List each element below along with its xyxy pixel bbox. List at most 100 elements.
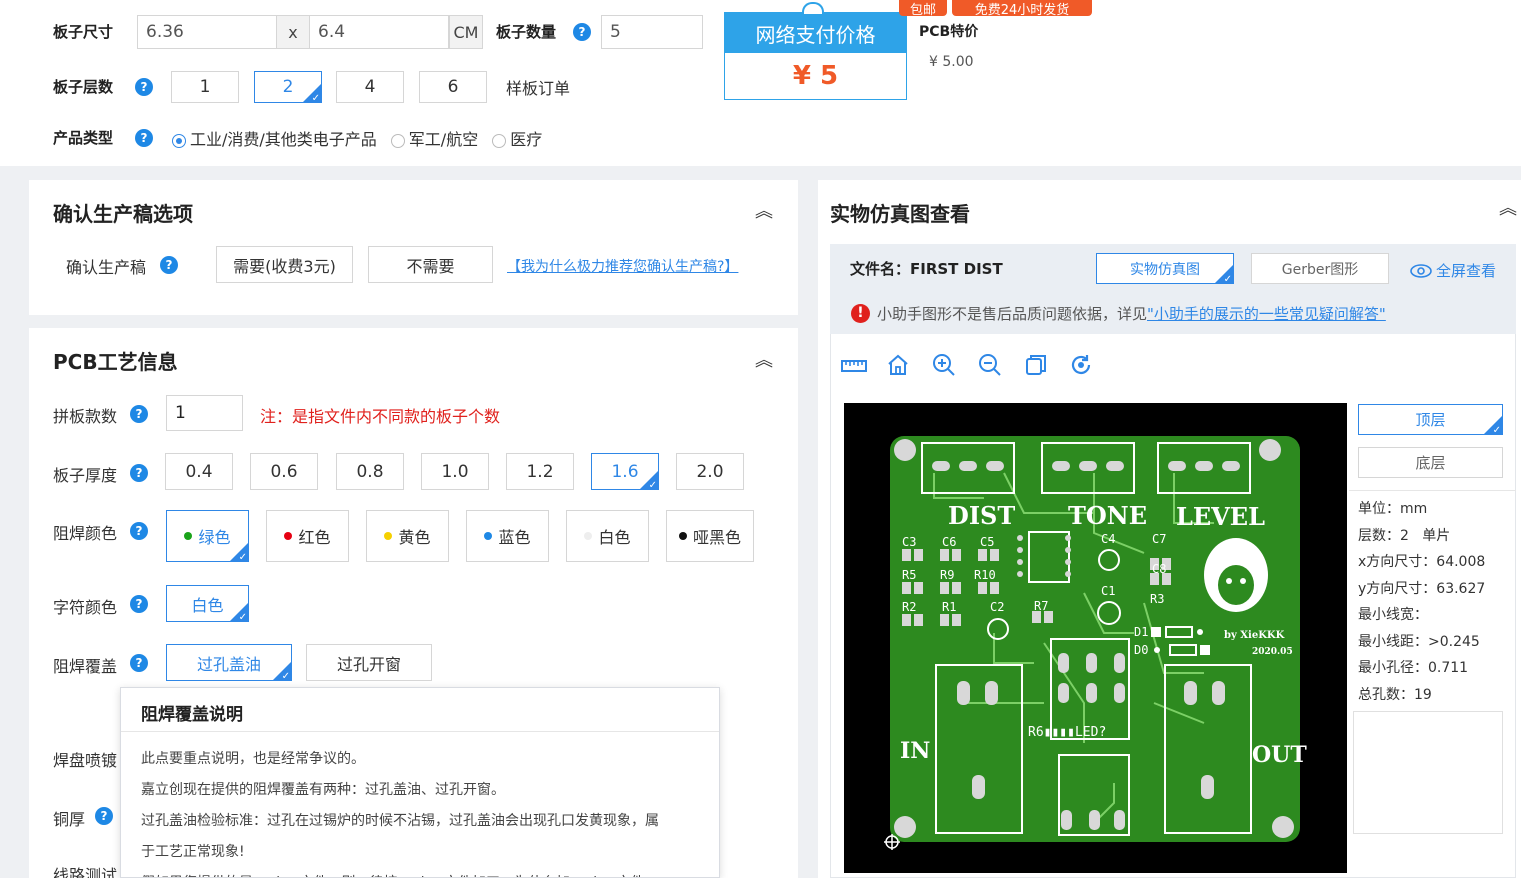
stat-unit: 单位：mm: [1358, 501, 1428, 517]
mask-cover-label: 阻焊覆盖: [53, 657, 118, 676]
product-option-medical[interactable]: 医疗: [492, 126, 542, 150]
collapse-chevron-icon[interactable]: ︽: [755, 346, 773, 372]
collapse-chevron-icon[interactable]: ︽: [755, 197, 773, 223]
mask-color-matte-black[interactable]: 哑黑色: [666, 510, 754, 562]
svg-text:R7: R7: [1034, 599, 1048, 613]
pad-spray-label: 焊盘喷镀: [53, 751, 118, 770]
product-option-military[interactable]: 军工/航空: [390, 126, 478, 150]
svg-text:C7: C7: [1152, 532, 1166, 546]
board-size-y-input[interactable]: 6.4: [309, 15, 449, 49]
tooltip-line: 此点要重点说明，也是经常争议的。: [141, 751, 365, 767]
board-qty-input[interactable]: 5: [601, 15, 703, 49]
mask-color-green[interactable]: 绿色: [166, 510, 249, 563]
panel-count-label: 拼板款数: [53, 407, 118, 426]
bottom-layer-button[interactable]: 底层: [1358, 447, 1503, 478]
confirm-row-label: 确认生产稿: [66, 258, 147, 277]
mask-color-blue[interactable]: 蓝色: [466, 510, 549, 562]
tag-hook-icon: [802, 2, 824, 14]
help-icon[interactable]: ?: [130, 464, 148, 482]
thickness-option[interactable]: 1.2: [506, 453, 574, 490]
home-icon[interactable]: [886, 353, 910, 377]
mask-color-red[interactable]: 红色: [266, 510, 349, 562]
price-box: 网络支付价格 ¥ 5: [724, 12, 907, 100]
gerber-view-button[interactable]: Gerber图形: [1251, 253, 1389, 284]
yellow-dot-icon: [384, 532, 393, 540]
help-icon[interactable]: ?: [135, 129, 153, 147]
sim-view-button[interactable]: 实物仿真图: [1096, 253, 1234, 285]
help-icon[interactable]: ?: [95, 807, 113, 825]
ruler-icon[interactable]: [841, 353, 867, 375]
collapse-chevron-icon[interactable]: ︽: [1499, 194, 1517, 220]
thickness-option-selected[interactable]: 1.6: [591, 453, 659, 491]
layer-option-6[interactable]: 6: [419, 71, 487, 103]
pcb-render-image[interactable]: DIST TONE LEVEL C3 C6 C5 R5 R9 R10 R2 R1 C2 R7…: [844, 403, 1347, 873]
green-dot-icon: [184, 532, 193, 540]
zoom-in-icon[interactable]: [932, 353, 956, 377]
thickness-option[interactable]: 2.0: [676, 453, 744, 490]
board-qty-label: 板子数量: [496, 23, 557, 41]
mask-cover-open[interactable]: 过孔开窗: [306, 644, 432, 681]
help-icon[interactable]: ?: [130, 522, 148, 540]
warning-text: 小助手图形不是售后品质问题依据，详见"小助手的展示的一些常见疑问解答": [877, 305, 1386, 323]
svg-text:R3: R3: [1150, 592, 1164, 606]
svg-text:R5: R5: [902, 568, 916, 582]
size-separator: x: [277, 15, 309, 49]
svg-text:R1: R1: [942, 600, 956, 614]
silk-color-label: 字符颜色: [53, 598, 118, 617]
pcb-label-dist: DIST: [948, 501, 1015, 530]
silk-color-white[interactable]: 白色: [166, 585, 249, 623]
panel-count-input[interactable]: 1: [166, 395, 243, 431]
stat-x-size: x方向尺寸：64.008: [1358, 554, 1486, 570]
pcb-label-date: 2020.05: [1252, 647, 1293, 657]
layer-option-2[interactable]: 2: [254, 71, 322, 104]
help-icon[interactable]: ?: [130, 405, 148, 423]
board-size-x-input[interactable]: 6.36: [137, 15, 277, 49]
zoom-out-icon[interactable]: [978, 353, 1002, 377]
size-unit: CM: [449, 15, 483, 49]
layer-option-1[interactable]: 1: [171, 71, 239, 103]
panel-count-note: 注：是指文件内不同款的板子个数: [260, 407, 501, 426]
radio-selected-icon: [172, 133, 186, 148]
svg-text:D1: D1: [1134, 625, 1148, 639]
thickness-option[interactable]: 0.8: [336, 453, 404, 490]
pcb-label-level: LEVEL: [1176, 502, 1265, 531]
product-option-industrial[interactable]: 工业/消费/其他类电子产品: [172, 126, 377, 150]
warning-faq-link[interactable]: "小助手的展示的一些常见疑问解答": [1147, 305, 1386, 323]
help-icon[interactable]: ?: [160, 256, 178, 274]
price-value: ¥ 5: [792, 61, 839, 91]
divider: [1349, 490, 1516, 491]
why-confirm-link[interactable]: 【我为什么极力推荐您确认生产稿?】: [507, 256, 738, 276]
copy-icon[interactable]: [1024, 353, 1048, 377]
pcb-label-tone: TONE: [1068, 501, 1147, 530]
stat-y-size: y方向尺寸：63.627: [1358, 580, 1486, 597]
thickness-option[interactable]: 1.0: [421, 453, 489, 490]
svg-text:C4: C4: [1101, 532, 1115, 546]
thickness-label: 板子厚度: [53, 466, 118, 485]
refresh-icon[interactable]: [1069, 353, 1093, 377]
stat-hole-count: 总孔数：19: [1358, 686, 1432, 703]
tooltip-line: 过孔盖油检验标准：过孔在过锡炉的时候不沾锡，过孔盖油会出现孔口发黄现象，属: [141, 813, 659, 829]
mask-color-white[interactable]: 白色: [566, 510, 649, 562]
mask-cover-tooltip: 阻焊覆盖说明 此点要重点说明，也是经常争议的。 嘉立创现在提供的阻焊覆盖有两种：…: [120, 687, 720, 878]
stat-min-hole: 最小孔径：0.711: [1358, 660, 1469, 676]
layer-option-4[interactable]: 4: [336, 71, 404, 103]
mask-color-yellow[interactable]: 黄色: [366, 510, 449, 562]
pcb-special-label: PCB特价: [919, 24, 979, 40]
fullscreen-link[interactable]: 全屏查看: [1410, 260, 1496, 281]
red-dot-icon: [284, 532, 293, 540]
board-layers-label: 板子层数: [53, 78, 114, 96]
tooltip-title: 阻焊覆盖说明: [121, 688, 719, 732]
help-icon[interactable]: ?: [130, 654, 148, 672]
thickness-option[interactable]: 0.4: [165, 453, 233, 490]
thickness-option[interactable]: 0.6: [250, 453, 318, 490]
pcb-label-author: by XieKKK: [1224, 630, 1285, 641]
mask-cover-tented[interactable]: 过孔盖油: [166, 644, 292, 682]
confirm-need-button[interactable]: 需要(收费3元): [216, 246, 353, 283]
help-icon[interactable]: ?: [130, 595, 148, 613]
help-icon[interactable]: ?: [573, 23, 591, 41]
radio-icon: [390, 133, 405, 148]
help-icon[interactable]: ?: [135, 78, 153, 96]
top-layer-button[interactable]: 顶层: [1358, 404, 1503, 436]
confirm-no-need-button[interactable]: 不需要: [368, 246, 493, 283]
mascot-logo: [1204, 538, 1268, 612]
